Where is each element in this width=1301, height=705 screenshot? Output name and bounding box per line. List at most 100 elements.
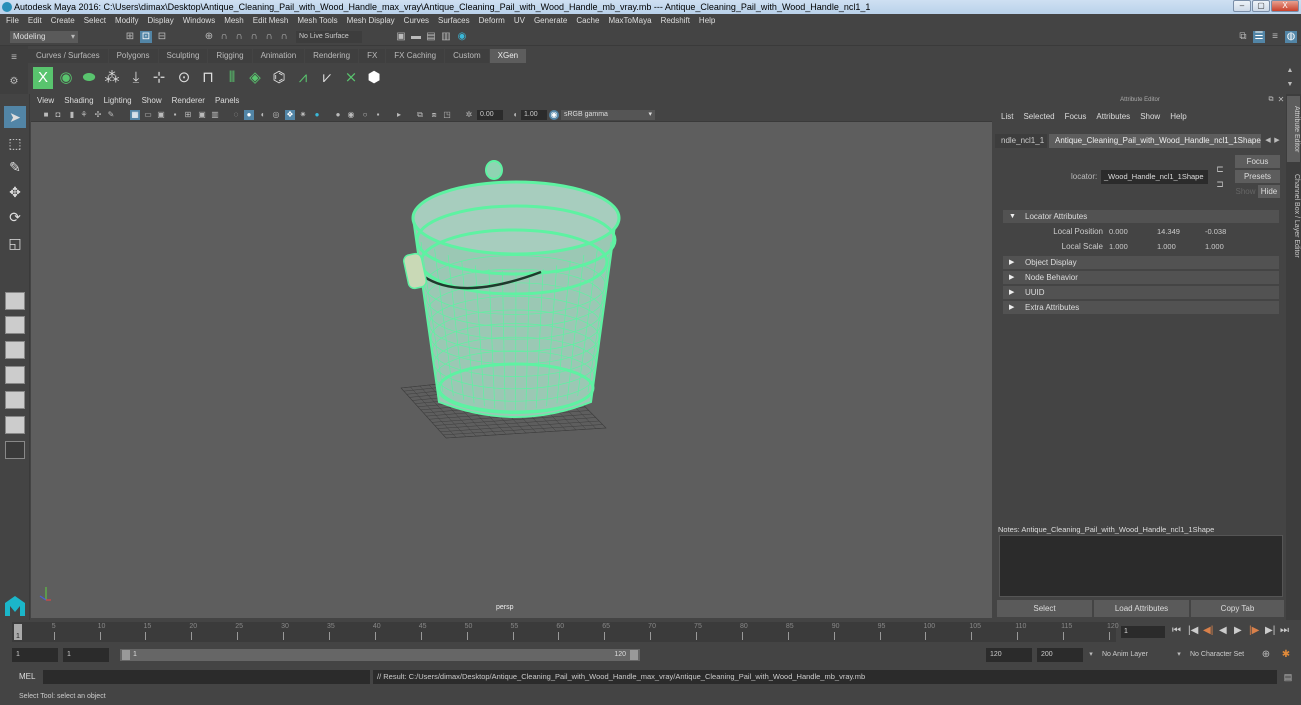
2d-pan-zoom-icon[interactable]: ✣ [93,110,103,120]
step-back-key-button[interactable]: ◀| [1203,625,1213,636]
menu-windows[interactable]: Windows [183,14,215,28]
xray-joints-icon[interactable]: ⧈ [429,110,439,120]
current-time-marker[interactable]: 1 [14,624,22,640]
minimize-button[interactable]: – [1233,0,1251,12]
local-position-x-field[interactable]: 0.000 [1106,226,1151,238]
rotate-tool-icon[interactable]: ⟳ [4,206,26,228]
ae-menu-list[interactable]: List [1001,112,1013,121]
ae-menu-help[interactable]: Help [1170,112,1186,121]
menu-display[interactable]: Display [148,14,174,28]
move-tool-icon[interactable]: ✥ [4,181,26,203]
mode-selector[interactable]: Modeling [10,31,78,43]
xgen-visibility-icon[interactable]: ⊙ [174,67,194,89]
ae-tab-shape[interactable]: Antique_Cleaning_Pail_with_Wood_Handle_n… [1049,134,1261,148]
xgen-place-icon[interactable]: ⤓ [126,67,146,89]
two-pane-side-layout-icon[interactable] [5,341,25,359]
vp-menu-renderer[interactable]: Renderer [172,94,205,108]
xgen-flatten-icon[interactable]: ⩗ [317,67,337,89]
local-position-y-field[interactable]: 14.349 [1154,226,1199,238]
xgen-layer-icon[interactable]: ◈ [245,67,265,89]
vp-menu-panels[interactable]: Panels [215,94,239,108]
image-plane-icon[interactable]: ⚘ [79,110,89,120]
show-button[interactable]: Show [1235,185,1256,198]
render-view-icon[interactable]: ▣ [395,31,407,43]
scale-tool-icon[interactable]: ◱ [4,232,26,254]
grease-pencil-icon[interactable]: ✎ [106,110,116,120]
notes-textarea[interactable] [999,535,1283,597]
xray-icon[interactable]: ⧉ [415,110,425,120]
local-scale-y-field[interactable]: 1.000 [1154,241,1199,253]
anim-layer-selector[interactable]: No Anim Layer [1098,648,1168,662]
go-to-start-button[interactable]: ⏮ [1172,625,1181,636]
wireframe-on-shaded-icon[interactable]: ◎ [271,110,281,120]
xgen-leaf-icon[interactable]: ⬬ [79,67,99,89]
xgen-select-guides-icon[interactable]: ⩘ [293,67,313,89]
custom-layout-icon[interactable] [5,441,25,459]
tab-channel-box-layer-editor[interactable]: Channel Box / Layer Editor [1287,166,1300,266]
anim-layer-dropdown-icon[interactable]: ▾ [1085,649,1097,661]
go-to-output-icon[interactable]: ⊐ [1214,178,1226,190]
menu-file[interactable]: File [6,14,19,28]
exposure-icon[interactable]: ✲ [464,110,474,120]
gamma-icon[interactable]: ◖ [510,110,520,120]
snap-surface-icon[interactable]: ∩ [278,31,290,43]
shelf-scroll-down-icon[interactable]: ▼ [1284,79,1296,91]
shelf-tab-rendering[interactable]: Rendering [305,49,359,63]
select-component-icon[interactable]: ⊟ [156,31,168,43]
animation-start-field[interactable]: 1 [12,648,58,662]
close-button[interactable]: X [1271,0,1299,12]
range-start-handle[interactable] [122,650,130,660]
shelf-tab-fx[interactable]: FX [359,49,386,63]
menu-cache[interactable]: Cache [576,14,599,28]
color-management-icon[interactable]: ◉ [549,110,559,120]
section-node-behavior[interactable]: ▶ Node Behavior [1003,271,1279,284]
scene-canvas[interactable] [31,122,992,618]
playback-start-field[interactable]: 1 [63,648,109,662]
camera-attributes-icon[interactable]: ◘ [53,110,63,120]
menu-mesh[interactable]: Mesh [224,14,244,28]
persp-graph-layout-icon[interactable] [5,416,25,434]
animation-end-field[interactable]: 200 [1037,648,1083,662]
menu-select[interactable]: Select [84,14,106,28]
xgen-create-icon[interactable]: X [33,67,53,89]
menu-surfaces[interactable]: Surfaces [438,14,470,28]
gamma-field[interactable]: 1.00 [521,110,547,120]
shelf-scroll-up-icon[interactable]: ▲ [1284,65,1296,77]
vp-menu-show[interactable]: Show [142,94,162,108]
shadows-icon[interactable]: ● [312,110,322,120]
shelf-tab-xgen[interactable]: XGen [489,49,527,63]
play-backwards-button[interactable]: ◀ [1219,625,1227,636]
safe-title-icon[interactable]: ▥ [210,110,220,120]
xgen-delete-icon[interactable]: ⨯ [341,67,361,89]
tab-attribute-editor[interactable]: Attribute Editor [1287,96,1300,162]
snap-view-plane-icon[interactable]: ∩ [248,31,260,43]
live-surface-field[interactable]: No Live Surface [296,31,362,43]
shelf-tab-custom[interactable]: Custom [445,49,489,63]
default-material-icon[interactable]: ◐ [258,110,268,120]
bookmark-icon[interactable]: ▮ [67,110,77,120]
render-current-icon[interactable]: ▬ [410,31,422,43]
xgen-logo-icon[interactable]: ⬢ [364,67,384,89]
ipr-render-icon[interactable]: ▤ [425,31,437,43]
range-end-handle[interactable] [630,650,638,660]
shelf-tab-rigging[interactable]: Rigging [208,49,252,63]
local-scale-x-field[interactable]: 1.000 [1106,241,1151,253]
menu-maxtomaya[interactable]: MaxToMaya [608,14,651,28]
view-transform-dropdown[interactable]: sRGB gamma [561,110,655,120]
ae-tab-transform[interactable]: ndle_ncl1_1 [995,134,1047,148]
step-forward-key-button[interactable]: |▶ [1249,625,1259,636]
single-pane-layout-icon[interactable] [5,292,25,310]
ae-menu-attributes[interactable]: Attributes [1096,112,1130,121]
section-object-display[interactable]: ▶ Object Display [1003,256,1279,269]
four-pane-layout-icon[interactable] [5,316,25,334]
smooth-shade-icon[interactable]: ● [244,110,254,120]
shelf-tab-polygons[interactable]: Polygons [108,49,158,63]
paint-select-tool-icon[interactable]: ✎ [4,156,26,178]
vp-menu-lighting[interactable]: Lighting [104,94,132,108]
attribute-editor-toggle-icon[interactable]: ☰ [1253,31,1265,43]
use-all-lights-icon[interactable]: ✷ [298,110,308,120]
range-slider[interactable]: 1 120 [120,649,640,661]
grid-toggle-icon[interactable]: ▦ [130,110,140,120]
shelf-tab-curves-surfaces[interactable]: Curves / Surfaces [28,49,108,63]
exposure-field[interactable]: 0.00 [477,110,503,120]
